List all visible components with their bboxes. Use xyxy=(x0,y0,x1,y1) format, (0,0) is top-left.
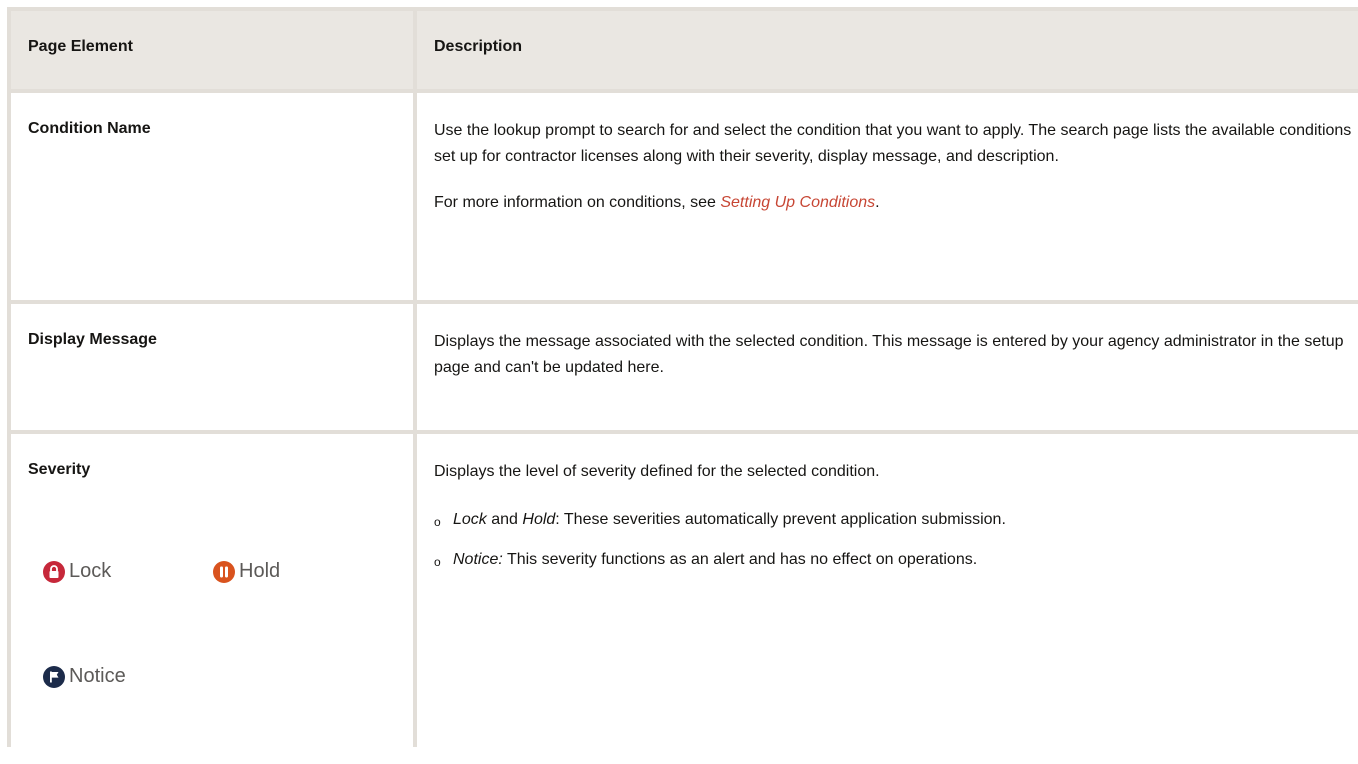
hold-label: Hold xyxy=(239,560,281,582)
table-row: Display Message Displays the message ass… xyxy=(11,304,1358,430)
table-header-row: Page Element Description xyxy=(11,11,1358,89)
severity-term: Hold xyxy=(522,511,556,528)
list-text: : These severities automatically prevent… xyxy=(555,511,1006,528)
element-name: Condition Name xyxy=(28,120,151,137)
element-cell: Severity Lock Hold Notice xyxy=(11,434,413,764)
hold-badge: Hold xyxy=(213,560,280,583)
description-paragraph: Displays the message associated with the… xyxy=(434,333,1344,376)
flag-icon xyxy=(43,665,65,688)
description-paragraph: Use the lookup prompt to search for and … xyxy=(434,122,1352,165)
description-cell: Use the lookup prompt to search for and … xyxy=(417,93,1358,300)
page-elements-table: Page Element Description Condition Name … xyxy=(7,7,1358,764)
list-item: o Lock and Hold: These severities automa… xyxy=(434,507,1352,533)
lock-icon xyxy=(43,560,65,583)
notice-label: Notice xyxy=(69,665,126,687)
element-name: Display Message xyxy=(28,331,157,348)
header-page-element: Page Element xyxy=(28,38,133,55)
lock-label: Lock xyxy=(69,560,112,582)
element-cell: Condition Name xyxy=(11,93,413,300)
description-cell: Displays the message associated with the… xyxy=(417,304,1358,430)
description-text: For more information on conditions, see xyxy=(434,194,721,211)
table-row: Condition Name Use the lookup prompt to … xyxy=(11,93,1358,300)
description-text: . xyxy=(875,194,880,211)
severity-term: Notice: xyxy=(453,551,503,568)
pause-icon xyxy=(213,560,235,583)
table-row: Severity Lock Hold Notice Displays the l… xyxy=(11,434,1358,764)
description-cell: Displays the level of severity defined f… xyxy=(417,434,1358,764)
element-description: Displays the message associated with the… xyxy=(434,329,1352,401)
description-paragraph: For more information on conditions, see … xyxy=(434,190,1352,216)
bullet-icon: o xyxy=(434,555,441,569)
description-paragraph: Displays the level of severity defined f… xyxy=(434,463,880,480)
element-description: Displays the level of severity defined f… xyxy=(434,459,1352,587)
header-description: Description xyxy=(434,38,523,55)
lock-badge: Lock xyxy=(43,560,111,583)
severity-list: o Lock and Hold: These severities automa… xyxy=(434,507,1352,573)
element-cell: Display Message xyxy=(11,304,413,430)
element-name: Severity xyxy=(28,461,91,478)
list-item: o Notice: This severity functions as an … xyxy=(434,547,1352,573)
header-cell-description: Description xyxy=(417,11,1358,89)
notice-badge: Notice xyxy=(43,665,126,688)
severity-term: Lock xyxy=(453,511,487,528)
setting-up-conditions-link[interactable]: Setting Up Conditions xyxy=(720,194,875,211)
list-text: This severity functions as an alert and … xyxy=(502,551,978,568)
list-text: and xyxy=(486,511,523,528)
bullet-icon: o xyxy=(434,515,441,529)
header-cell-page-element: Page Element xyxy=(11,11,413,89)
element-description: Use the lookup prompt to search for and … xyxy=(434,118,1352,236)
